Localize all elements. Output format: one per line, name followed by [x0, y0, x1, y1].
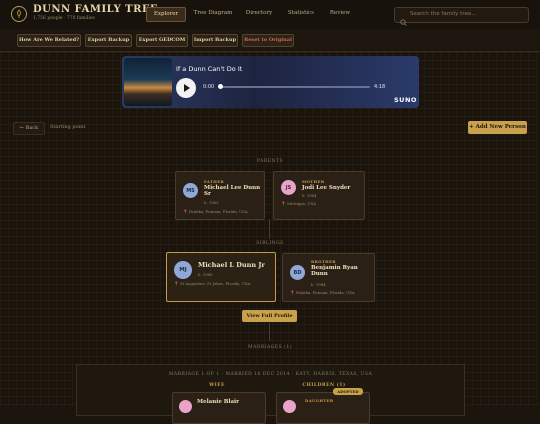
connector-line — [269, 219, 270, 239]
father-place-text: Palatka, Putnam, Florida, USA — [188, 209, 248, 214]
brother-card[interactable]: BD BROTHER Benjamin Ryan Dunn b. 1984 📍 … — [282, 253, 375, 302]
brother-born: b. 1984 — [311, 282, 326, 287]
marriage-panel: MARRIAGE 1 OF 1 · MARRIED 18 DEC 2014 · … — [76, 364, 465, 424]
brother-role: BROTHER — [311, 259, 336, 264]
current-time: 0:00 — [203, 84, 215, 90]
song-title: If a Dunn Can't Do It — [176, 65, 243, 73]
pin-icon: 📍 — [281, 201, 286, 206]
brother-avatar: BD — [290, 265, 305, 280]
progress-track[interactable] — [220, 86, 370, 88]
pin-icon: 📍 — [183, 209, 188, 214]
child-card[interactable]: DAUGHTER — [276, 392, 370, 424]
parents-label: PARENTS — [256, 159, 284, 164]
progress-thumb[interactable] — [218, 84, 223, 89]
search-icon — [400, 11, 407, 30]
focus-name: Michael L Dunn Jr — [198, 261, 265, 269]
app-subtitle: 1,756 people · 770 families — [33, 16, 95, 21]
father-place: 📍 Palatka, Putnam, Florida, USA — [183, 209, 263, 214]
wife-card[interactable]: Melanie Blair — [172, 392, 266, 424]
tab-statistics[interactable]: Statistics — [283, 7, 319, 20]
father-born: b. 1963 — [204, 200, 219, 205]
child-role: DAUGHTER — [305, 398, 334, 403]
brother-name: Benjamin Ryan Dunn — [311, 265, 358, 278]
child-avatar — [283, 400, 296, 413]
father-name: Michael Lee Dunn Sr — [204, 185, 261, 198]
how-related-button[interactable]: How Are We Related? — [17, 34, 81, 47]
brother-place-text: Palatka, Putnam, Florida, USA — [295, 290, 355, 295]
tab-tree-diagram[interactable]: Tree Diagram — [190, 7, 236, 20]
focus-person-card[interactable]: MJ Michael L Dunn Jr b. 1986 📍 St August… — [166, 252, 276, 302]
tree-logo-icon — [11, 6, 27, 22]
marriages-label: MARRIAGES (1) — [248, 345, 292, 350]
cover-art — [124, 58, 172, 106]
add-person-button[interactable]: + Add New Person — [468, 121, 527, 134]
search-input[interactable]: Search the family tree... — [394, 7, 529, 26]
marriage-header: MARRIAGE 1 OF 1 · MARRIED 18 DEC 2014 · … — [168, 372, 373, 377]
mother-born: b. 1964 — [302, 193, 317, 198]
back-button[interactable]: ← Back — [13, 122, 45, 135]
father-card[interactable]: MS FATHER Michael Lee Dunn Sr b. 1963 📍 … — [175, 171, 265, 220]
mother-place-text: Michigan, USA — [286, 201, 316, 206]
mother-place: 📍 Michigan, USA — [281, 201, 316, 206]
search-placeholder: Search the family tree... — [410, 11, 477, 17]
import-backup-button[interactable]: Import Backup — [192, 34, 238, 47]
focus-place-text: St Augustine, St Johns, Florida, USA — [179, 281, 251, 286]
wife-label: WIFE — [209, 383, 225, 388]
father-avatar: MS — [183, 183, 198, 198]
reset-original-button[interactable]: Reset to Original — [242, 34, 294, 47]
tab-review[interactable]: Review — [326, 7, 354, 20]
starting-point-label: Starting point — [50, 124, 86, 130]
connector-line — [269, 323, 270, 341]
mother-avatar: JS — [281, 180, 296, 195]
music-player: If a Dunn Can't Do It 0:00 4:18 SUNO — [122, 56, 419, 108]
mother-role: MOTHER — [302, 179, 325, 184]
tab-directory[interactable]: Directory — [242, 7, 276, 20]
pin-icon: 📍 — [290, 290, 295, 295]
siblings-label: SIBLINGS — [256, 241, 284, 246]
duration: 4:18 — [374, 84, 386, 90]
father-role: FATHER — [204, 179, 225, 184]
adopted-badge: ADOPTED — [333, 388, 363, 395]
play-icon — [184, 84, 190, 92]
action-toolbar: How Are We Related? Export Backup Export… — [0, 29, 540, 52]
pin-icon: 📍 — [174, 281, 179, 286]
brother-place: 📍 Palatka, Putnam, Florida, USA — [290, 290, 355, 295]
export-backup-button[interactable]: Export Backup — [85, 34, 132, 47]
export-gedcom-button[interactable]: Export GEDCOM — [136, 34, 188, 47]
app-header: DUNN FAMILY TREE 1,756 people · 770 fami… — [0, 0, 540, 30]
view-profile-button[interactable]: View Full Profile — [242, 310, 297, 322]
app-title: DUNN FAMILY TREE — [33, 4, 159, 15]
mother-card[interactable]: JS MOTHER Jodi Lee Snyder b. 1964 📍 Mich… — [273, 171, 365, 220]
wife-avatar — [179, 400, 192, 413]
suno-logo: SUNO — [394, 96, 417, 104]
mother-name: Jodi Lee Snyder — [302, 185, 351, 191]
wife-name: Melanie Blair — [197, 399, 240, 405]
focus-born: b. 1986 — [198, 272, 213, 277]
focus-avatar: MJ — [174, 261, 192, 279]
tab-explorer[interactable]: Explorer — [146, 7, 186, 22]
focus-place: 📍 St Augustine, St Johns, Florida, USA — [174, 281, 250, 286]
play-button[interactable] — [176, 78, 196, 98]
